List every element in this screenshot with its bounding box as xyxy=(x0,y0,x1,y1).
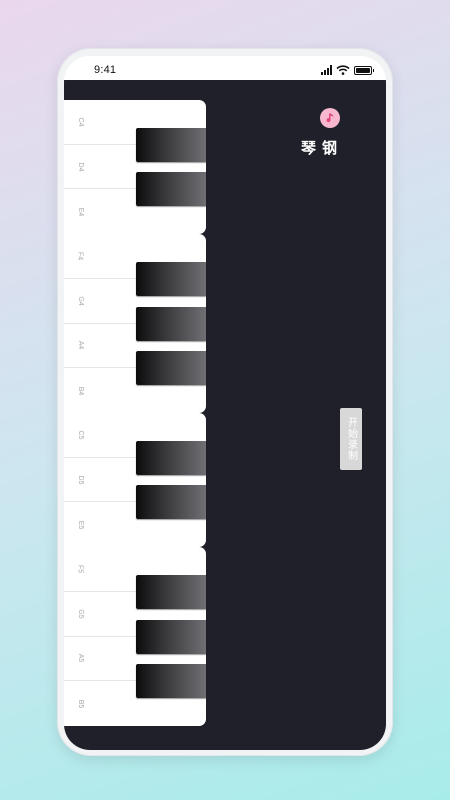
white-key-label: B5 xyxy=(76,699,84,708)
start-recording-button[interactable]: 开始录制 xyxy=(340,408,362,470)
white-key-label: G4 xyxy=(77,296,85,306)
signal-icon xyxy=(321,65,332,75)
black-key-d-sharp4[interactable] xyxy=(136,172,206,207)
white-key-label: B4 xyxy=(76,386,84,395)
piano-keyboard: C4 D4 E4 F4 G4 A4 B4 C5 D5 E5 F5 G5 A5 B5 xyxy=(64,100,206,726)
white-key-label: D5 xyxy=(76,475,84,485)
black-key-c-sharp5[interactable] xyxy=(136,440,206,475)
music-note-icon xyxy=(320,108,340,128)
black-key-g-sharp4[interactable] xyxy=(136,306,206,341)
status-icons xyxy=(321,65,374,75)
white-key-label: C4 xyxy=(76,117,84,127)
status-bar: 9:41 xyxy=(64,56,386,80)
black-key-a-sharp4[interactable] xyxy=(136,351,206,386)
white-key-label: F4 xyxy=(76,251,84,261)
page-title: 钢琴 xyxy=(299,140,338,158)
black-key-a-sharp5[interactable] xyxy=(136,664,206,699)
white-key-label: E5 xyxy=(76,520,84,530)
black-key-f-sharp4[interactable] xyxy=(136,261,206,296)
white-key-label: A5 xyxy=(76,654,84,663)
white-key-label: F5 xyxy=(76,564,84,574)
black-key-d-sharp5[interactable] xyxy=(136,485,206,520)
white-key-label: A4 xyxy=(76,341,84,350)
white-key-label: G5 xyxy=(77,609,85,619)
phone-screen: 9:41 C4 D4 E4 F4 G4 A4 B4 C5 D5 E5 F5 G5 A5 B5 钢琴 xyxy=(64,56,386,750)
wifi-icon xyxy=(336,65,350,75)
black-key-c-sharp4[interactable] xyxy=(136,127,206,162)
black-key-g-sharp5[interactable] xyxy=(136,619,206,654)
black-key-f-sharp5[interactable] xyxy=(136,574,206,609)
status-time: 9:41 xyxy=(94,64,117,76)
piano-app: C4 D4 E4 F4 G4 A4 B4 C5 D5 E5 F5 G5 A5 B5 钢琴 开始录制 xyxy=(64,80,386,750)
white-key-label: C5 xyxy=(76,430,84,440)
white-key-label: E4 xyxy=(76,207,84,217)
white-key-label: D4 xyxy=(76,162,84,172)
battery-icon xyxy=(354,66,374,75)
